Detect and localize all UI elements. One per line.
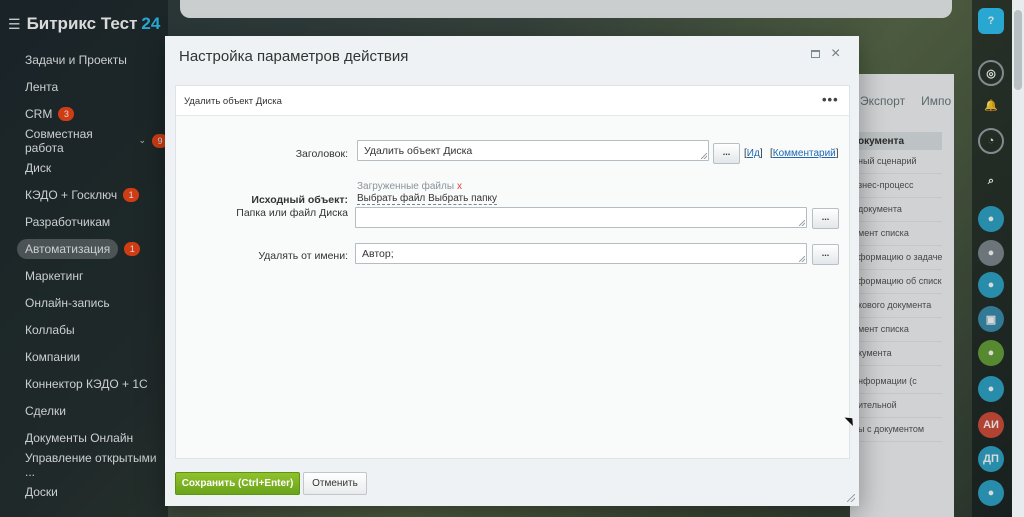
delete-as-input[interactable]: Автор; — [355, 243, 807, 264]
resize-grip-icon[interactable] — [799, 256, 805, 262]
cancel-button[interactable]: Отменить — [303, 472, 367, 495]
folder-dots-button[interactable]: ... — [812, 208, 839, 229]
choose-file-link[interactable]: Выбрать файл — [357, 193, 426, 205]
resize-grip-icon[interactable] — [701, 153, 707, 159]
scroll-thumb[interactable] — [1014, 10, 1022, 90]
source-object-label: Исходный объект: — [251, 194, 348, 206]
dialog-resize-icon[interactable] — [847, 494, 855, 502]
folder-input[interactable] — [355, 207, 807, 228]
maximize-icon[interactable] — [811, 50, 820, 58]
more-icon[interactable]: ••• — [822, 92, 839, 107]
section-header: Удалить объект Диска ••• — [176, 86, 849, 116]
title-dots-button[interactable]: ... — [713, 143, 740, 164]
folder-label: Папка или файл Диска — [236, 207, 348, 219]
dialog-title: Настройка параметров действия — [179, 48, 409, 65]
section-title: Удалить объект Диска — [184, 96, 282, 107]
remove-icon[interactable]: x — [457, 181, 462, 192]
comment-link[interactable]: [Комментарий] — [770, 148, 839, 159]
title-label: Заголовок: — [295, 148, 348, 160]
page-scrollbar[interactable] — [1012, 0, 1024, 517]
action-settings-dialog: Настройка параметров действия × Удалить … — [165, 36, 859, 506]
dialog-body: Удалить объект Диска ••• Заголовок: Удал… — [175, 85, 850, 459]
delete-as-label: Удалять от имени: — [258, 250, 348, 262]
id-link[interactable]: [Ид] — [744, 148, 763, 159]
save-button[interactable]: Сохранить (Ctrl+Enter) — [175, 472, 300, 495]
delete-as-dots-button[interactable]: ... — [812, 244, 839, 265]
title-input[interactable]: Удалить объект Диска — [357, 140, 709, 161]
uploaded-files-label: Загруженные файлы x — [357, 181, 463, 192]
choose-links: Выбрать файл Выбрать папку — [357, 193, 497, 205]
resize-grip-icon[interactable] — [799, 220, 805, 226]
close-icon[interactable]: × — [831, 45, 840, 63]
choose-folder-link[interactable]: Выбрать папку — [428, 193, 497, 205]
